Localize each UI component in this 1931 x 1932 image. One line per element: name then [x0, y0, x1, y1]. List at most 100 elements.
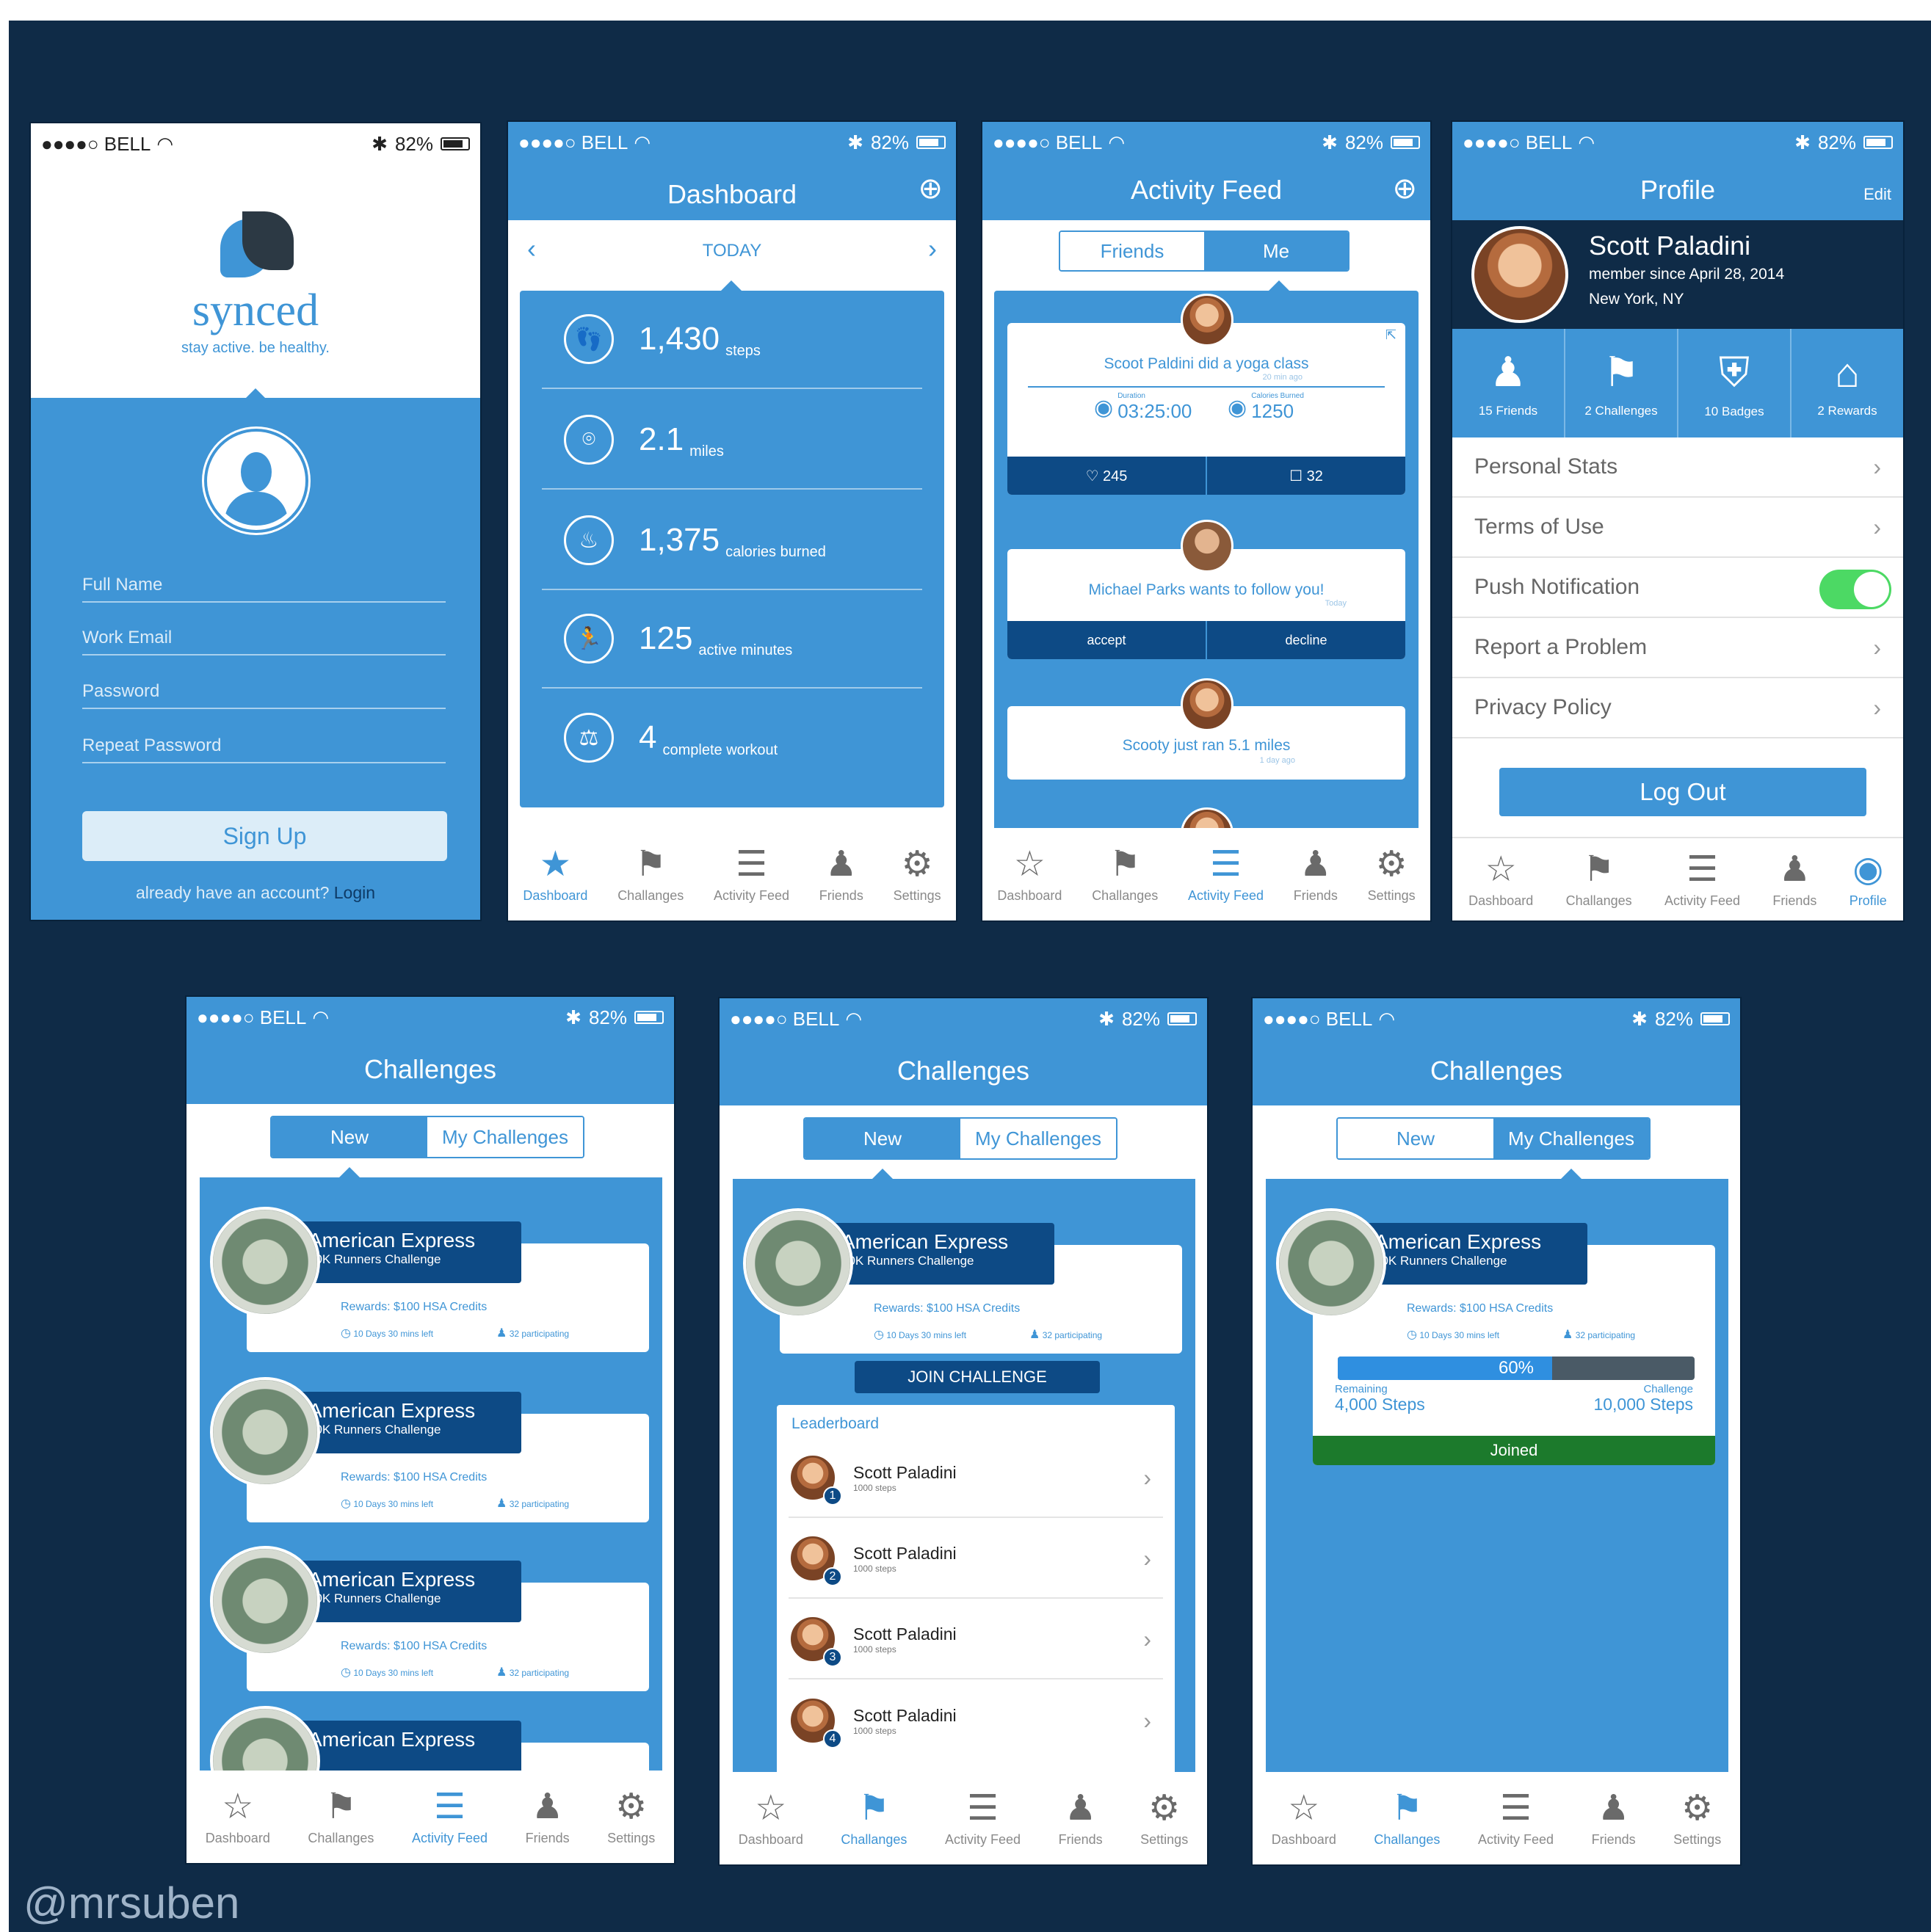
tab-challenges[interactable]: ⚑ Challanges: [308, 1787, 374, 1846]
tab-activity-feed[interactable]: ☰ Activity Feed: [1478, 1788, 1554, 1848]
row-privacy-policy[interactable]: Privacy Policy ›: [1452, 678, 1903, 738]
tab-activity-feed[interactable]: ☰ Activity Feed: [412, 1787, 488, 1846]
avatar-placeholder-icon[interactable]: [207, 432, 305, 530]
seg-my-challenges[interactable]: My Challenges: [427, 1117, 583, 1157]
row-terms[interactable]: Terms of Use ›: [1452, 498, 1903, 558]
logout-button[interactable]: Log Out: [1499, 768, 1866, 816]
tab-activity-feed[interactable]: ☰ Activity Feed: [945, 1789, 1021, 1848]
person-icon: ♟: [1029, 1329, 1040, 1341]
seg-new[interactable]: New: [272, 1117, 427, 1157]
tab-settings[interactable]: ⚙ Settings: [607, 1787, 655, 1846]
tab-challenges[interactable]: ⚑ Challanges: [1092, 845, 1158, 904]
list-icon: ☰: [1499, 1788, 1532, 1828]
star-icon: ☆: [1485, 849, 1517, 889]
tab-friends[interactable]: ♟ Friends: [819, 845, 863, 904]
profile-name: Scott Paladini: [1589, 230, 1751, 261]
tab-activity-feed[interactable]: ☰ Activity Feed: [1664, 850, 1740, 909]
comment-button[interactable]: ☐ 32: [1207, 457, 1405, 495]
member-since: member since April 28, 2014: [1589, 266, 1785, 283]
seg-my-challenges[interactable]: My Challenges: [1493, 1119, 1649, 1158]
battery-icon: [1391, 136, 1420, 149]
repeat-password-field[interactable]: Repeat Password: [82, 736, 446, 763]
leaderboard-title: Leaderboard: [791, 1415, 880, 1432]
flame-icon: ♨: [564, 515, 614, 565]
feed-item-yoga[interactable]: ⇱ Scoot Paldini did a yoga class 20 min …: [1007, 323, 1405, 495]
add-icon[interactable]: ⊕: [918, 172, 943, 206]
signup-button[interactable]: Sign Up: [82, 811, 447, 861]
tab-challenges[interactable]: ⚑ Challanges: [617, 844, 684, 904]
leaderboard-row[interactable]: 1 Scott Paladini 1000 steps ›: [789, 1439, 1163, 1518]
full-name-field[interactable]: Full Name: [82, 575, 446, 603]
leaderboard-row[interactable]: 2 Scott Paladini 1000 steps ›: [789, 1519, 1163, 1599]
chevron-right-icon: ›: [1873, 694, 1881, 721]
seg-my-challenges[interactable]: My Challenges: [960, 1119, 1116, 1158]
progress-bar: 60%: [1338, 1357, 1695, 1380]
seg-friends[interactable]: Friends: [1060, 232, 1204, 270]
friends-count[interactable]: ♟ 15 Friends: [1452, 329, 1565, 437]
bluetooth-icon: ✱: [1322, 131, 1338, 153]
tab-dashboard[interactable]: ☆ Dashboard: [206, 1787, 270, 1846]
flag-icon: ⚑: [1583, 849, 1615, 889]
tab-settings[interactable]: ⚙ Settings: [1673, 1788, 1721, 1848]
page-title: Challenges: [363, 1054, 497, 1084]
battery-icon: [1863, 136, 1893, 149]
tab-dashboard[interactable]: ☆ Dashboard: [1468, 849, 1533, 909]
decline-button[interactable]: decline: [1207, 621, 1405, 659]
tab-profile[interactable]: ◉ Profile: [1850, 850, 1887, 909]
wifi-icon: ◠: [1578, 131, 1595, 153]
signup-screen: ●●●●○ BELL ◠ ✱ 82% synced stay active. be …: [31, 123, 480, 920]
gear-icon: ⚙: [1681, 1788, 1714, 1828]
seg-me[interactable]: Me: [1204, 232, 1348, 270]
work-email-field[interactable]: Work Email: [82, 628, 446, 656]
tab-dashboard[interactable]: ☆ Dashboard: [997, 845, 1062, 904]
avatar: [1181, 294, 1233, 346]
tab-friends[interactable]: ♟ Friends: [1772, 850, 1816, 909]
author-watermark: @mrsuben: [23, 1878, 240, 1928]
page-title: Challenges: [896, 1056, 1030, 1086]
gear-icon: ⚙: [1148, 1788, 1181, 1828]
flag-icon: ⚑: [634, 844, 667, 884]
leaderboard-row[interactable]: 3 Scott Paladini 1000 steps ›: [789, 1600, 1163, 1679]
row-report-problem[interactable]: Report a Problem ›: [1452, 618, 1903, 678]
challenges-count[interactable]: ⚑ 2 Challenges: [1565, 329, 1678, 437]
footsteps-icon: ◉: [1094, 395, 1114, 420]
password-field[interactable]: Password: [82, 681, 446, 709]
tab-settings[interactable]: ⚙ Settings: [1368, 845, 1416, 904]
tab-friends[interactable]: ♟ Friends: [1592, 1789, 1636, 1848]
accept-button[interactable]: accept: [1007, 621, 1207, 659]
avatar[interactable]: [1471, 226, 1568, 323]
leaderboard-row[interactable]: 4 Scott Paladini 1000 steps ›: [789, 1681, 1163, 1760]
seg-new[interactable]: New: [1338, 1119, 1493, 1158]
rewards-count[interactable]: ⌂ 2 Rewards: [1791, 329, 1903, 437]
tab-activity-feed[interactable]: ☰ Activity Feed: [714, 845, 789, 904]
badges-count[interactable]: ⛨ 10 Badges: [1678, 329, 1791, 437]
tab-friends[interactable]: ♟ Friends: [1059, 1789, 1103, 1848]
tab-dashboard[interactable]: ☆ Dashboard: [739, 1789, 803, 1848]
login-link[interactable]: Login: [334, 883, 375, 902]
footsteps-icon: ◉: [1228, 395, 1247, 420]
next-day-icon[interactable]: ›: [928, 233, 937, 264]
wifi-icon: ◠: [845, 1007, 863, 1030]
amex-logo-icon: [743, 1208, 853, 1318]
tab-dashboard[interactable]: ★ Dashboard: [523, 845, 587, 904]
join-challenge-button[interactable]: JOIN CHALLENGE: [855, 1361, 1100, 1393]
edit-button[interactable]: Edit: [1863, 185, 1891, 204]
tab-friends[interactable]: ♟ Friends: [1294, 845, 1338, 904]
challenge-detail-panel: Rewards: $100 HSA Credits ◷ 10 Days 30 m…: [733, 1179, 1195, 1787]
profile-screen: ●●●●○ BELL ◠ ✱ 82% Profile Edit Scott Pala…: [1452, 122, 1903, 920]
tab-challenges[interactable]: ⚑ Challanges: [1566, 849, 1632, 909]
page-title: Profile: [1640, 175, 1716, 205]
tab-dashboard[interactable]: ☆ Dashboard: [1272, 1789, 1336, 1848]
tab-settings[interactable]: ⚙ Settings: [1140, 1788, 1188, 1848]
tab-activity-feed[interactable]: ☰ Activity Feed: [1188, 845, 1264, 904]
push-toggle[interactable]: [1819, 570, 1891, 609]
like-button[interactable]: ♡ 245: [1007, 457, 1207, 495]
tab-settings[interactable]: ⚙ Settings: [894, 845, 941, 904]
tab-challenges[interactable]: ⚑ Challanges: [1374, 1789, 1440, 1848]
tab-challenges[interactable]: ⚑ Challanges: [841, 1789, 907, 1848]
row-personal-stats[interactable]: Personal Stats ›: [1452, 437, 1903, 498]
add-icon[interactable]: ⊕: [1392, 172, 1417, 206]
share-icon[interactable]: ⇱: [1385, 327, 1396, 343]
tab-friends[interactable]: ♟ Friends: [526, 1787, 570, 1846]
seg-new[interactable]: New: [805, 1119, 960, 1158]
